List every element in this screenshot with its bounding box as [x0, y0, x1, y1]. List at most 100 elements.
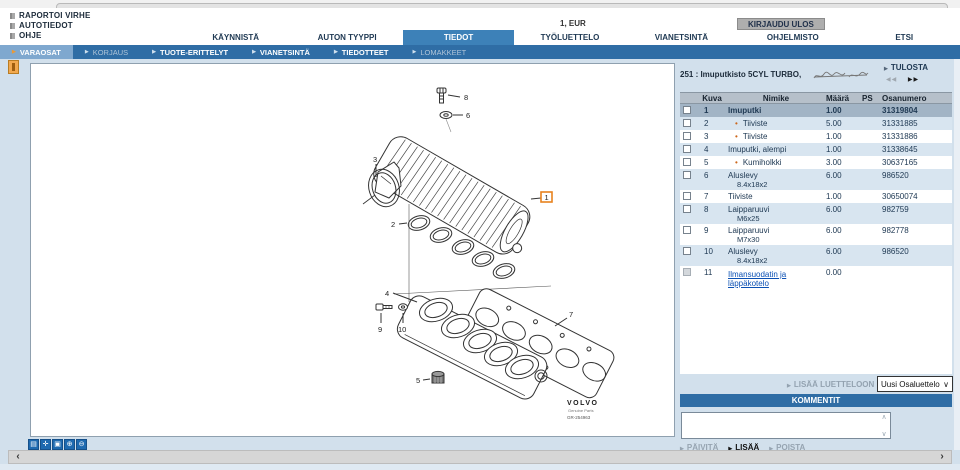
row-checkbox[interactable]	[683, 158, 691, 166]
report-error-link[interactable]: RAPORTOI VIRHE	[10, 11, 91, 20]
part-name-text: Tiiviste	[743, 119, 768, 128]
parts-table-body: 1Imuputki1.00313198042•Tiiviste5.0031331…	[680, 104, 952, 289]
subtab-korjaus[interactable]: ▶KORJAUS	[73, 45, 140, 59]
horizontal-scrollbar[interactable]: ‹ ›	[8, 450, 952, 464]
parts-list-selected-value: Uusi Osaluettelo	[881, 380, 940, 389]
fit-to-window-icon[interactable]: ▣	[52, 439, 63, 450]
tab-kaynnista[interactable]: KÄYNNISTÄ	[180, 30, 291, 45]
part-spec-text: 8.4x18x2	[728, 256, 826, 265]
row-checkbox[interactable]	[683, 145, 691, 153]
row-quantity: 1.00	[826, 131, 862, 141]
help-link[interactable]: OHJE	[10, 31, 91, 40]
print-diagram-icon[interactable]: ▤	[28, 439, 39, 450]
table-row[interactable]: 8LaipparuuviM6x256.00982759	[680, 203, 952, 224]
row-part-number: 986520	[882, 170, 952, 180]
table-row[interactable]: 7Tiiviste1.0030650074	[680, 190, 952, 203]
part-name-text: Laipparuuvi	[728, 226, 769, 235]
zoom-out-icon[interactable]: ⊖	[76, 439, 87, 450]
panel-collapse-toggle[interactable]	[8, 60, 19, 74]
table-row[interactable]: 6Aluslevy8.4x18x26.00986520	[680, 169, 952, 190]
row-checkbox[interactable]	[683, 268, 691, 276]
row-quantity: 6.00	[826, 246, 862, 256]
vehicle-info-link[interactable]: AUTOTIEDOT	[10, 21, 91, 30]
add-to-list-link[interactable]: ▶LISÄÄ LUETTELOON	[787, 380, 874, 389]
subtab-tuote-erittelyt-label: TUOTE-ERITTELYT	[160, 48, 228, 57]
tab-vianetsinta[interactable]: VIANETSINTÄ	[626, 30, 737, 45]
row-part-number: 986520	[882, 246, 952, 256]
row-part-name: LaipparuuviM6x25	[726, 204, 826, 223]
add-to-list-label: LISÄÄ LUETTELOON	[794, 380, 874, 389]
table-row[interactable]: 5•Kumiholkki3.0030637165	[680, 156, 952, 169]
scroll-right-icon[interactable]: ›	[935, 451, 949, 463]
chevron-right-icon: ▶	[334, 49, 338, 55]
row-checkbox[interactable]	[683, 119, 691, 127]
next-figure-button[interactable]: ▶▶	[908, 77, 919, 83]
subtab-tiedotteet[interactable]: ▶TIEDOTTEET	[322, 45, 401, 59]
row-part-number: 31319804	[882, 105, 952, 115]
help-label: OHJE	[19, 31, 42, 40]
parts-list-select[interactable]: Uusi Osaluettelo ∨	[877, 376, 953, 392]
row-position-number: 9	[698, 225, 726, 235]
zoom-in-icon[interactable]: ⊕	[64, 439, 75, 450]
diagram-toolbar: ▤ ✛ ▣ ⊕ ⊖	[28, 439, 87, 450]
pan-icon[interactable]: ✛	[40, 439, 51, 450]
comment-input[interactable]	[682, 413, 878, 438]
link-bullet-icon	[10, 33, 15, 39]
callout-3: 3	[373, 155, 377, 164]
print-link[interactable]: ▶TULOSTA	[884, 63, 928, 72]
tab-auton-tyyppi[interactable]: AUTON TYYPPI	[291, 30, 402, 45]
table-row[interactable]: 4Imuputki, alempi1.0031338645	[680, 143, 952, 156]
header-nimike: Nimike	[726, 94, 826, 103]
row-checkbox-cell	[680, 267, 698, 276]
row-part-name: Aluslevy8.4x18x2	[726, 246, 826, 265]
subtab-vianetsinta[interactable]: ▶VIANETSINTÄ	[240, 45, 322, 59]
row-part-name: •Tiiviste	[726, 131, 826, 141]
subtab-tuote-erittelyt[interactable]: ▶TUOTE-ERITTELYT	[140, 45, 240, 59]
table-row[interactable]: 1Imuputki1.0031319804	[680, 104, 952, 117]
row-checkbox[interactable]	[683, 132, 691, 140]
row-position-number: 10	[698, 246, 726, 256]
row-position-number: 6	[698, 170, 726, 180]
logout-button[interactable]: KIRJAUDU ULOS	[737, 18, 825, 30]
exploded-diagram-panel: 8 6	[30, 63, 675, 437]
subtab-varaosat[interactable]: ▶VARAOSAT	[0, 45, 73, 59]
row-quantity: 3.00	[826, 157, 862, 167]
browser-edge	[0, 0, 960, 8]
callout-8: 8	[464, 93, 468, 102]
row-part-number: 31331886	[882, 131, 952, 141]
table-row[interactable]: 3•Tiiviste1.0031331886	[680, 130, 952, 143]
scroll-left-icon[interactable]: ‹	[11, 451, 25, 463]
part-spec-text: M7x30	[728, 235, 826, 244]
row-checkbox[interactable]	[683, 171, 691, 179]
table-row[interactable]: 9LaipparuuviM7x306.00982778	[680, 224, 952, 245]
row-link[interactable]: Ilmansuodatin ja läppäkotelo	[728, 270, 826, 288]
link-bullet-icon	[10, 23, 15, 29]
callout-2: 2	[391, 220, 395, 229]
subtab-lomakkeet[interactable]: ▶LOMAKKEET	[400, 45, 478, 59]
row-quantity: 0.00	[826, 267, 862, 277]
row-checkbox[interactable]	[683, 205, 691, 213]
table-row[interactable]: 2•Tiiviste5.0031331885	[680, 117, 952, 130]
row-quantity: 6.00	[826, 170, 862, 180]
row-position-number: 11	[698, 267, 726, 277]
tab-etsi[interactable]: ETSI	[849, 30, 960, 45]
row-part-number	[882, 267, 952, 268]
tab-tiedot[interactable]: TIEDOT	[403, 30, 514, 45]
row-checkbox[interactable]	[683, 106, 691, 114]
chevron-right-icon: ▶	[787, 383, 791, 389]
row-checkbox-cell	[680, 118, 698, 127]
scroll-up-icon: ∧	[881, 413, 886, 421]
comment-scrollbar[interactable]: ∧∨	[878, 413, 890, 438]
row-quantity: 6.00	[826, 225, 862, 235]
row-quantity: 1.00	[826, 105, 862, 115]
table-row[interactable]: 10Aluslevy8.4x18x26.00 986520	[680, 245, 952, 266]
tab-ohjelmisto[interactable]: OHJELMISTO	[737, 30, 848, 45]
tab-tyoluettelo[interactable]: TYÖLUETTELO	[514, 30, 625, 45]
header-osanumero: Osanumero	[882, 94, 952, 103]
row-checkbox[interactable]	[683, 247, 691, 255]
row-checkbox[interactable]	[683, 192, 691, 200]
previous-figure-button[interactable]: ◀◀	[886, 77, 897, 83]
table-row[interactable]: 11Ilmansuodatin ja läppäkotelo0.00	[680, 266, 952, 289]
row-checkbox[interactable]	[683, 226, 691, 234]
part-name-text: Tiiviste	[743, 132, 768, 141]
